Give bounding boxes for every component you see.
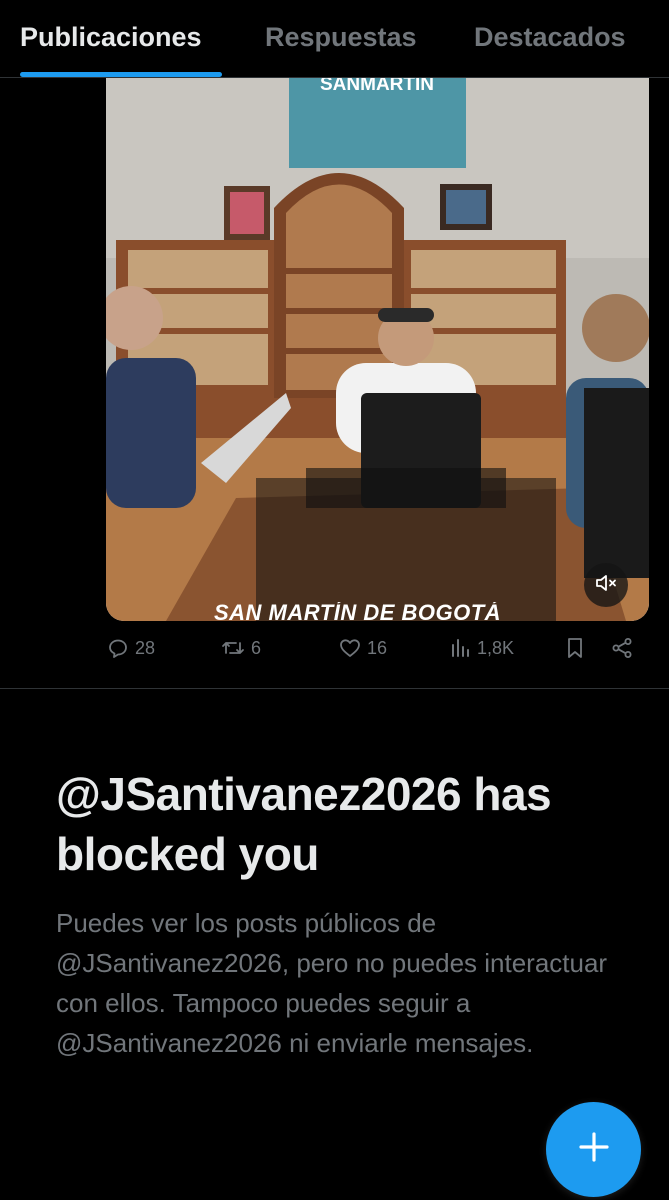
volume-muted-icon [594, 571, 618, 600]
video-frame-illustration: SANMARTIN [106, 78, 649, 621]
tab-destacados[interactable]: Destacados [474, 22, 626, 53]
active-tab-indicator [20, 72, 222, 77]
video-caption-text: SAN MARTÍN DE BOGOTÁ [214, 602, 502, 621]
repost-icon [220, 636, 246, 660]
views-button[interactable]: 1,8K [450, 636, 514, 660]
share-button[interactable] [610, 636, 634, 660]
post-actions: 28 6 16 1,8K [0, 630, 669, 674]
blocked-description: Puedes ver los posts públicos de @JSanti… [56, 908, 608, 1058]
bookmark-button[interactable] [564, 636, 586, 660]
blocked-title: @JSantivanez2026 has blocked you [56, 768, 552, 880]
heart-icon [338, 636, 362, 660]
banner-text: SANMARTIN [320, 78, 434, 95]
analytics-icon [450, 636, 472, 660]
reply-button[interactable]: 28 [106, 636, 155, 660]
video-caption: SAN MARTÍN DE BOGOTÁ [214, 602, 544, 621]
mute-button[interactable] [584, 563, 628, 607]
repost-button[interactable]: 6 [220, 636, 261, 660]
reply-count: 28 [135, 637, 156, 658]
compose-button[interactable] [546, 1102, 641, 1197]
like-button[interactable]: 16 [338, 636, 387, 660]
divider [0, 688, 669, 689]
tab-respuestas[interactable]: Respuestas [265, 22, 417, 53]
views-count: 1,8K [477, 637, 515, 658]
repost-count: 6 [251, 637, 262, 658]
bookmark-icon [564, 636, 586, 660]
share-icon [610, 636, 634, 660]
profile-tabs: Publicaciones Respuestas Destacados [0, 0, 669, 78]
like-count: 16 [367, 637, 388, 658]
reply-icon [106, 636, 130, 660]
plus-icon [577, 1130, 611, 1169]
tab-publicaciones[interactable]: Publicaciones [20, 22, 202, 53]
post-video[interactable]: SANMARTIN [106, 78, 649, 621]
